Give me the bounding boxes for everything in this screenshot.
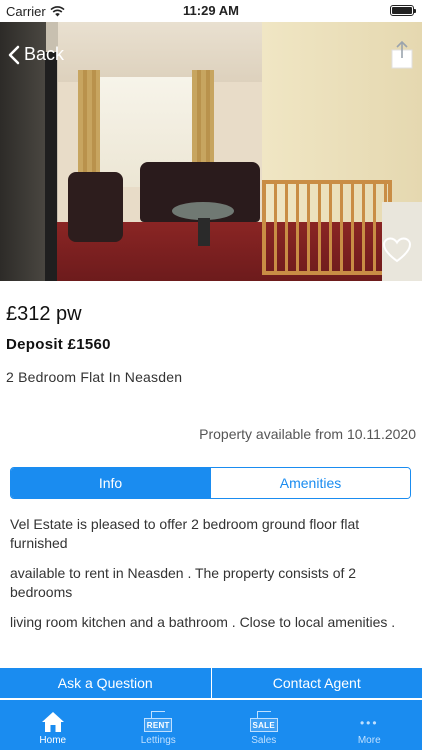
- tab-home[interactable]: Home: [0, 700, 106, 750]
- info-amenities-segmented-control: Info Amenities: [10, 467, 411, 499]
- tab-info[interactable]: Info: [11, 468, 210, 498]
- description-paragraph: living room kitchen and a bathroom . Clo…: [10, 614, 396, 630]
- action-bar: Ask a Question Contact Agent: [0, 668, 422, 698]
- home-icon: [41, 712, 64, 732]
- tab-more[interactable]: ••• More: [317, 700, 422, 750]
- tab-label: Lettings: [140, 735, 176, 746]
- contact-agent-button[interactable]: Contact Agent: [212, 668, 422, 698]
- availability-date: Property available from 10.11.2020: [199, 426, 416, 442]
- rent-sign-text: RENT: [144, 718, 173, 732]
- description-paragraph: Vel Estate is pleased to offer 2 bedroom…: [10, 516, 360, 551]
- more-dots-icon: •••: [359, 716, 379, 730]
- battery-icon: [390, 5, 416, 16]
- back-button[interactable]: Back: [8, 44, 64, 65]
- tab-label: Home: [39, 735, 67, 746]
- tab-label: Sales: [251, 735, 277, 746]
- chevron-left-icon: [8, 45, 20, 64]
- tab-sales[interactable]: SALE Sales: [211, 700, 317, 750]
- status-bar: Carrier 11:29 AM: [0, 0, 422, 22]
- status-time: 11:29 AM: [183, 3, 239, 18]
- price: £312 pw: [6, 303, 82, 325]
- tab-label: More: [357, 735, 381, 746]
- deposit: Deposit £1560: [6, 336, 111, 353]
- tab-amenities[interactable]: Amenities: [210, 468, 410, 498]
- rent-sign-icon: RENT: [143, 711, 173, 733]
- sale-sign-icon: SALE: [249, 711, 279, 733]
- description-paragraph: available to rent in Neasden . The prope…: [10, 565, 357, 600]
- sale-sign-text: SALE: [249, 718, 278, 732]
- heart-icon[interactable]: [382, 236, 412, 264]
- tab-lettings[interactable]: RENT Lettings: [106, 700, 212, 750]
- share-icon[interactable]: [390, 40, 414, 70]
- back-label: Back: [24, 44, 65, 64]
- ask-question-button[interactable]: Ask a Question: [0, 668, 211, 698]
- bottom-tab-bar: Home RENT Lettings SALE Sales ••• More: [0, 700, 422, 750]
- property-description: Vel Estate is pleased to offer 2 bedroom…: [10, 515, 412, 643]
- property-title: 2 Bedroom Flat In Neasden: [6, 369, 183, 385]
